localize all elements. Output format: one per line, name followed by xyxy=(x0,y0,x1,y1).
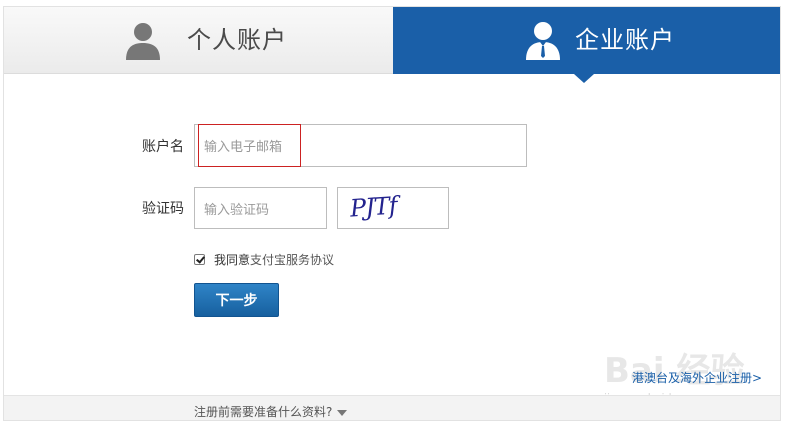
account-email-input[interactable]: 输入电子邮箱 xyxy=(194,124,527,167)
tab-enterprise-account[interactable]: 企业账户 xyxy=(393,7,780,74)
footer-bar: 注册前需要准备什么资料? xyxy=(4,395,780,420)
captcha-image-text: PJTf xyxy=(349,191,398,223)
overseas-enterprise-register-link[interactable]: 港澳台及海外企业注册> xyxy=(632,369,762,386)
active-tab-pointer xyxy=(574,74,594,83)
registration-prep-link[interactable]: 注册前需要准备什么资料? xyxy=(194,403,348,420)
agreement-checkbox[interactable] xyxy=(194,254,205,265)
captcha-label: 验证码 xyxy=(142,201,184,217)
tab-enterprise-label: 企业账户 xyxy=(575,26,675,54)
registration-prep-text: 注册前需要准备什么资料? xyxy=(194,405,333,419)
service-agreement-link[interactable]: 支付宝服务协议 xyxy=(250,251,334,268)
account-email-placeholder: 输入电子邮箱 xyxy=(204,140,283,155)
registration-panel: 个人账户 企业账户 账户名 输入电子邮箱 验证码 输入验证码 PJTf 我同意 … xyxy=(3,6,781,421)
captcha-placeholder: 输入验证码 xyxy=(204,202,270,218)
agreement-prefix: 我同意 xyxy=(214,253,251,267)
person-icon xyxy=(126,23,160,60)
captcha-image[interactable]: PJTf xyxy=(337,187,449,229)
business-person-icon xyxy=(526,22,560,60)
next-step-button[interactable]: 下一步 xyxy=(194,283,279,317)
tab-personal-account[interactable]: 个人账户 xyxy=(4,7,393,74)
tab-personal-label: 个人账户 xyxy=(187,26,287,54)
captcha-input[interactable]: 输入验证码 xyxy=(194,187,327,229)
account-name-label: 账户名 xyxy=(142,139,184,155)
agreement-row: 我同意 支付宝服务协议 xyxy=(194,251,334,268)
account-type-tabs: 个人账户 企业账户 xyxy=(4,7,780,83)
caret-down-icon xyxy=(337,409,348,416)
